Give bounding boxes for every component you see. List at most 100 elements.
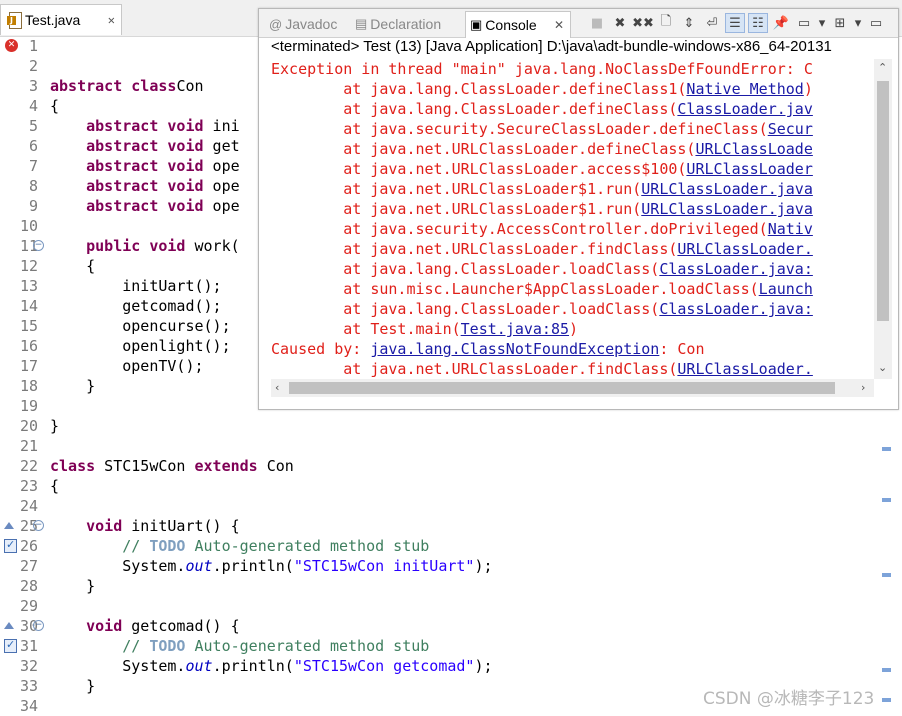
overview-ruler-mark[interactable] — [882, 498, 891, 502]
remove-all-launches-icon[interactable]: ✖✖ — [632, 13, 654, 33]
clear-console-icon[interactable]: 🗋 — [656, 13, 676, 33]
stack-trace-link[interactable]: ClassLoader.jav — [677, 100, 812, 118]
stack-trace-link[interactable]: Secur — [768, 120, 813, 138]
line-number: 2 — [28, 57, 38, 75]
console-line: at java.security.SecureClassLoader.defin… — [271, 119, 871, 139]
code-token: initUart(); — [50, 277, 222, 295]
fold-collapse-icon[interactable]: − — [33, 520, 44, 531]
show-on-stdout-icon[interactable]: ☰ — [725, 13, 745, 33]
line-gutter: 7 — [0, 156, 44, 176]
open-console-icon[interactable]: ⊞ — [830, 13, 850, 33]
field-reference: out — [185, 557, 213, 575]
tab-declaration[interactable]: ▤ Declaration — [351, 11, 461, 37]
remove-launch-icon[interactable]: ✖ — [610, 13, 630, 33]
close-icon[interactable]: ✕ — [108, 13, 115, 27]
stack-trace-link[interactable]: ClassLoader.java: — [659, 260, 813, 278]
line-number: 18 — [19, 377, 38, 395]
code-token: .println( — [212, 657, 294, 675]
overview-ruler-mark[interactable] — [882, 447, 891, 451]
word-wrap-icon[interactable]: ⏎ — [702, 13, 722, 33]
fold-collapse-icon[interactable]: − — [33, 240, 44, 251]
field-reference: out — [185, 657, 213, 675]
scrollbar-thumb[interactable] — [289, 382, 835, 394]
code-text: abstract void ini — [50, 117, 240, 135]
code-line: 22 class STC15wCon extends Con — [0, 456, 860, 476]
overview-ruler-mark[interactable] — [882, 668, 891, 672]
tab-javadoc[interactable]: @ Javadoc — [265, 11, 347, 37]
scroll-left-icon[interactable]: ‹ — [275, 381, 279, 394]
line-gutter: 28 — [0, 576, 44, 596]
horizontal-scrollbar[interactable]: ‹ › — [271, 379, 874, 397]
scroll-right-icon[interactable]: › — [861, 381, 865, 394]
dropdown-icon[interactable]: ▾ — [817, 13, 827, 33]
code-text: System.out.println("STC15wCon initUart")… — [50, 557, 492, 575]
line-number: 3 — [28, 77, 38, 95]
console-line: at java.security.AccessController.doPriv… — [271, 219, 871, 239]
scrollbar-thumb[interactable] — [877, 81, 889, 321]
pin-console-icon[interactable]: 📌 — [771, 13, 791, 33]
console-line: at java.lang.ClassLoader.defineClass(Cla… — [271, 99, 871, 119]
stack-trace-link[interactable]: Launch — [759, 280, 813, 298]
console-toolbar: ■ ✖ ✖✖ 🗋 ⇕ ⏎ ☰ ☷ 📌 ▭ ▾ ⊞ ▾ ▭ — [587, 13, 889, 33]
stack-trace-link[interactable]: URLClassLoader. — [677, 360, 812, 378]
scroll-up-icon[interactable]: ⌃ — [878, 61, 887, 74]
stack-trace-link[interactable]: URLClassLoader — [686, 160, 812, 178]
code-token: Con — [176, 77, 204, 95]
watermark: CSDN @冰糖李子123 — [703, 689, 875, 709]
code-text: public void work( — [50, 237, 240, 255]
code-token: ope — [203, 177, 240, 195]
stack-trace-link[interactable]: ClassLoader.java: — [659, 300, 813, 318]
overview-ruler-mark[interactable] — [882, 698, 891, 702]
keyword: abstract class — [50, 77, 177, 95]
stack-trace-link[interactable]: URLClassLoade — [695, 140, 812, 158]
scroll-down-icon[interactable]: ⌄ — [878, 361, 887, 374]
keyword: abstract void — [86, 197, 204, 215]
code-token: } — [50, 417, 60, 435]
code-text: abstract void get — [50, 137, 240, 155]
fold-collapse-icon[interactable]: − — [33, 620, 44, 631]
stack-trace-link[interactable]: URLClassLoader.java — [641, 180, 813, 198]
line-gutter: 13 — [0, 276, 44, 296]
vertical-scrollbar[interactable]: ⌃ ⌄ — [874, 59, 892, 379]
console-text: at java.lang.ClassLoader.defineClass1( — [271, 80, 687, 98]
code-token: } — [50, 377, 96, 395]
code-line: 20} — [0, 416, 860, 436]
line-number: 14 — [19, 297, 38, 315]
line-gutter: 5 — [0, 116, 44, 136]
stack-trace-link[interactable]: URLClassLoader. — [677, 240, 812, 258]
code-text: getcomad(); — [50, 297, 221, 315]
console-output[interactable]: Exception in thread "main" java.lang.NoC… — [271, 59, 871, 379]
console-text: at sun.misc.Launcher$AppClassLoader.load… — [271, 280, 759, 298]
line-number: 31 — [19, 637, 38, 655]
code-text: { — [50, 477, 59, 495]
show-on-stderr-icon[interactable]: ☷ — [748, 13, 768, 33]
line-gutter: 8 — [0, 176, 44, 196]
display-console-icon[interactable]: ▭ — [794, 13, 814, 33]
stack-trace-link[interactable]: Test.java:85 — [461, 320, 569, 338]
console-tab-bar: @ Javadoc ▤ Declaration ▣ Console ✕ ■ ✖ ✖✖ 🗋 ⇕ ⏎ ☰ ☷ 📌 ▭… — [259, 9, 898, 38]
line-gutter: 22 — [0, 456, 44, 476]
stack-trace-link[interactable]: Nativ — [768, 220, 813, 238]
terminate-icon[interactable]: ■ — [587, 13, 607, 33]
stack-trace-link[interactable]: java.lang.ClassNotFoundException — [370, 340, 659, 358]
minimize-icon[interactable]: ▭ — [866, 13, 886, 33]
code-token: } — [50, 677, 96, 695]
editor-tab-test-java[interactable]: J Test.java ✕ — [0, 4, 122, 35]
overview-ruler-mark[interactable] — [882, 573, 891, 577]
line-number: 19 — [19, 397, 38, 415]
keyword: abstract void — [86, 117, 204, 135]
stack-trace-link[interactable]: URLClassLoader.java — [641, 200, 813, 218]
line-gutter: 3 — [0, 76, 44, 96]
line-gutter: 18 — [0, 376, 44, 396]
stack-trace-link[interactable]: Native Method — [686, 80, 803, 98]
error-icon[interactable]: ✕ — [5, 39, 18, 52]
dropdown-icon[interactable]: ▾ — [853, 13, 863, 33]
tab-console[interactable]: ▣ Console ✕ — [465, 11, 571, 38]
keyword: abstract void — [86, 157, 204, 175]
close-icon[interactable]: ✕ — [554, 18, 564, 32]
code-line: 26 // TODO Auto-generated method stub — [0, 536, 860, 556]
console-text: at java.lang.ClassLoader.loadClass( — [271, 300, 660, 318]
scroll-lock-icon[interactable]: ⇕ — [679, 13, 699, 33]
line-number: 6 — [28, 137, 38, 155]
